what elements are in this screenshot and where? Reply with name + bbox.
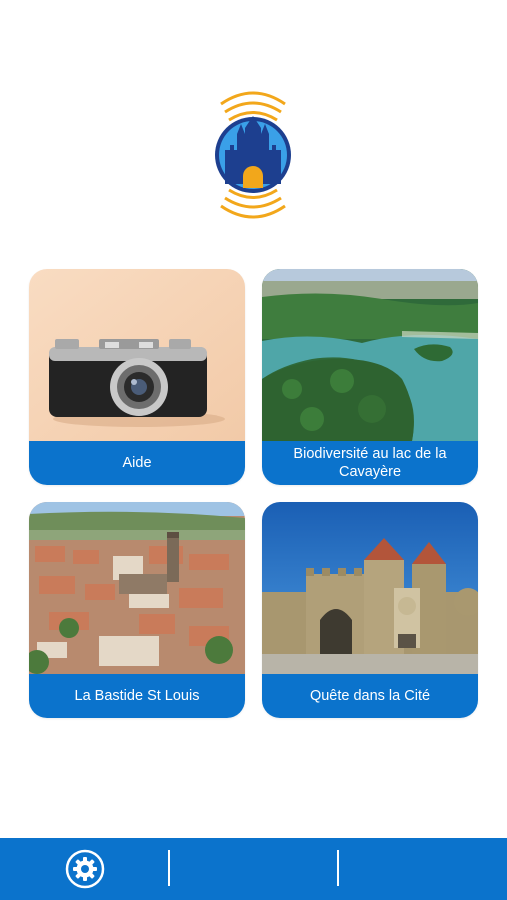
gear-icon [65, 849, 105, 889]
card-bastide[interactable]: La Bastide St Louis [29, 502, 245, 718]
card-label: Aide [29, 441, 245, 485]
activity-grid: Aide Biodiversité au lac de la Cavayère [29, 269, 478, 718]
vintage-camera-photo [29, 269, 245, 441]
card-biodiversite[interactable]: Biodiversité au lac de la Cavayère [262, 269, 478, 485]
nav-divider [337, 850, 339, 886]
lake-aerial-photo [262, 269, 478, 441]
card-aide[interactable]: Aide [29, 269, 245, 485]
settings-button[interactable] [65, 849, 105, 889]
card-label: La Bastide St Louis [29, 674, 245, 718]
card-label: Quête dans la Cité [262, 674, 478, 718]
card-quete[interactable]: Quête dans la Cité [262, 502, 478, 718]
castle-gate-photo [262, 502, 478, 674]
town-aerial-photo [29, 502, 245, 674]
nav-divider [168, 850, 170, 886]
castle-logo-icon [215, 91, 291, 219]
bottom-nav-bar [0, 838, 507, 900]
card-label: Biodiversité au lac de la Cavayère [262, 441, 478, 485]
app-logo [211, 84, 295, 226]
